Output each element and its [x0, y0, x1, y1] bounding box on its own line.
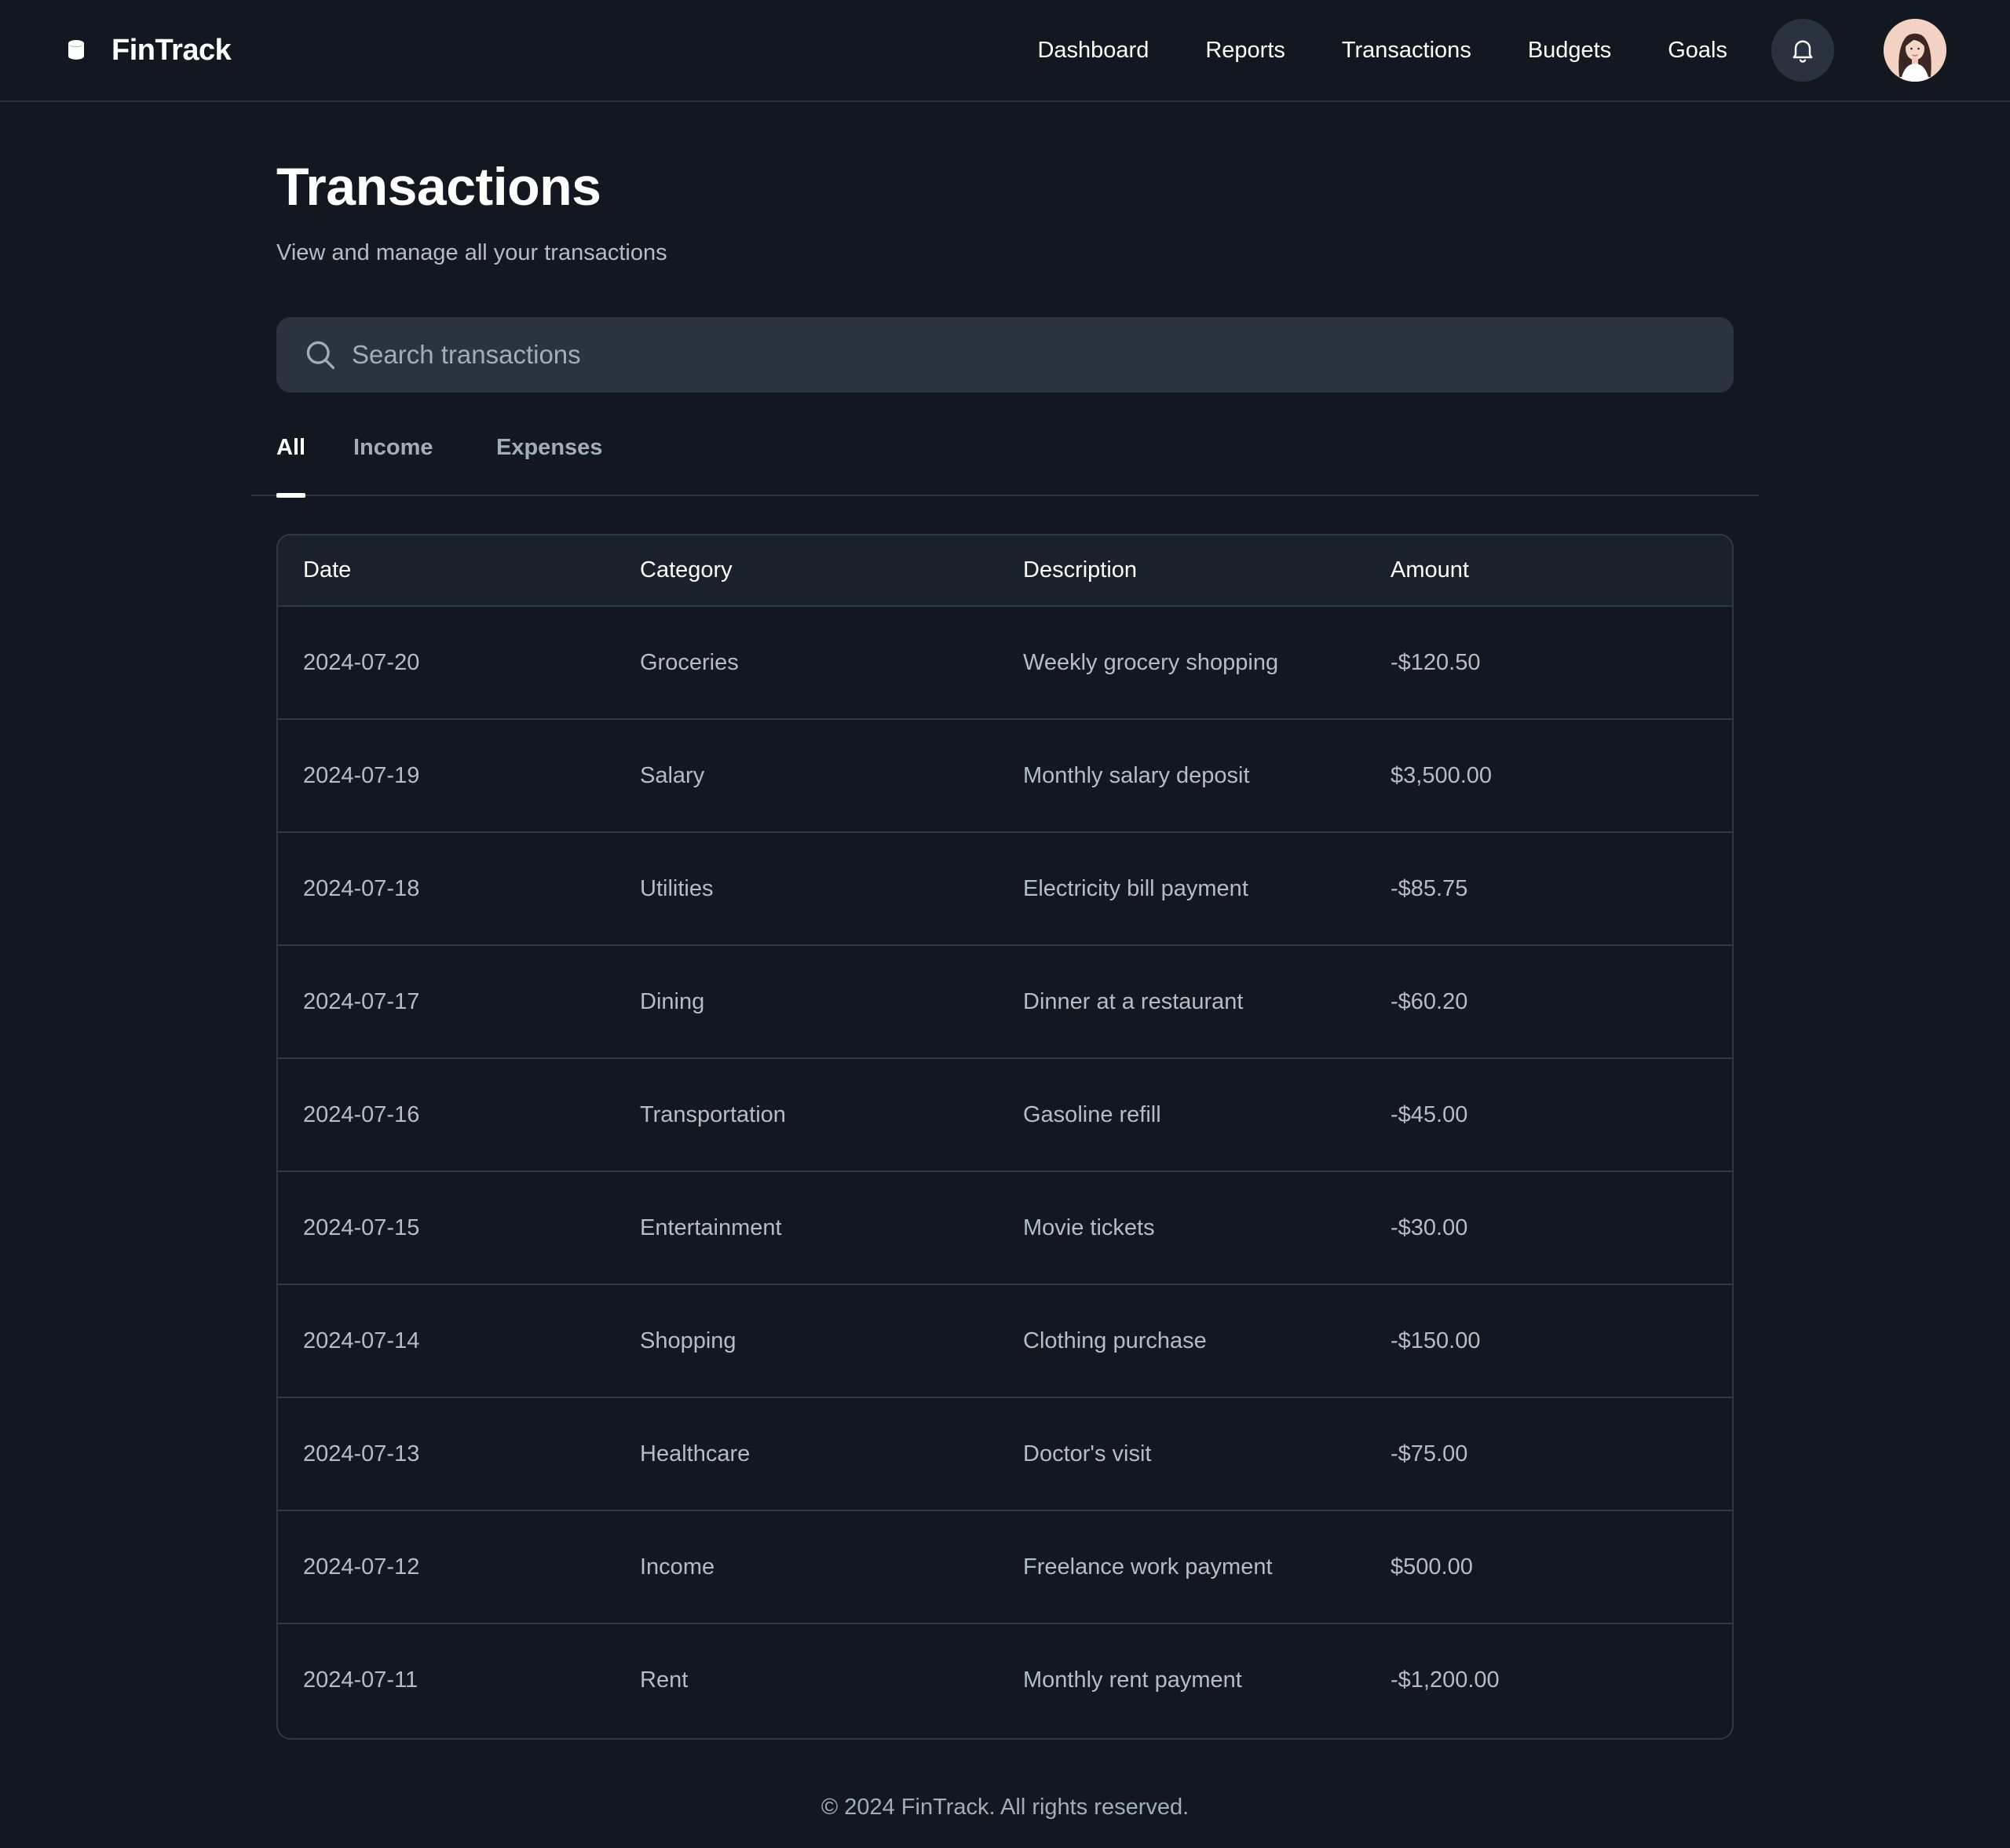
- nav-goals[interactable]: Goals: [1668, 38, 1727, 64]
- cell-category: Transportation: [615, 1057, 998, 1171]
- table-row[interactable]: 2024-07-11 Rent Monthly rent payment -$1…: [278, 1623, 1732, 1737]
- cell-date: 2024-07-13: [278, 1397, 615, 1510]
- column-header-amount[interactable]: Amount: [1365, 535, 1732, 607]
- table-body: 2024-07-20 Groceries Weekly grocery shop…: [278, 606, 1732, 1737]
- table-row[interactable]: 2024-07-20 Groceries Weekly grocery shop…: [278, 606, 1732, 719]
- cell-category: Rent: [615, 1623, 998, 1737]
- cell-amount: -$75.00: [1365, 1397, 1732, 1510]
- cell-amount: -$85.75: [1365, 831, 1732, 945]
- table-row[interactable]: 2024-07-17 Dining Dinner at a restaurant…: [278, 944, 1732, 1058]
- transactions-table-card: Date Category Description Amount 2024-07…: [276, 534, 1734, 1740]
- table-row[interactable]: 2024-07-15 Entertainment Movie tickets -…: [278, 1171, 1732, 1284]
- user-avatar[interactable]: [1884, 19, 1946, 82]
- cell-date: 2024-07-11: [278, 1623, 615, 1737]
- cell-category: Shopping: [615, 1284, 998, 1397]
- cell-amount: -$30.00: [1365, 1171, 1732, 1284]
- cell-description: Monthly salary deposit: [998, 718, 1365, 832]
- cell-description: Gasoline refill: [998, 1057, 1365, 1171]
- column-header-description[interactable]: Description: [998, 535, 1365, 607]
- table-row[interactable]: 2024-07-12 Income Freelance work payment…: [278, 1510, 1732, 1623]
- table-header: Date Category Description Amount: [278, 535, 1732, 607]
- cell-category: Entertainment: [615, 1171, 998, 1284]
- cell-category: Dining: [615, 944, 998, 1058]
- search-input[interactable]: [352, 317, 1710, 393]
- cell-amount: -$150.00: [1365, 1284, 1732, 1397]
- cell-amount: -$120.50: [1391, 649, 1481, 675]
- cell-amount: $3,500.00: [1365, 718, 1732, 832]
- cell-description: Clothing purchase: [998, 1284, 1365, 1397]
- cell-category: Utilities: [615, 831, 998, 945]
- table-row[interactable]: 2024-07-16 Transportation Gasoline refil…: [278, 1057, 1732, 1171]
- avatar-portrait: [1884, 19, 1946, 82]
- notifications-button[interactable]: [1771, 19, 1834, 82]
- column-header-date[interactable]: Date: [278, 535, 615, 607]
- page-subtitle: View and manage all your transactions: [276, 240, 667, 265]
- cell-description: Doctor's visit: [998, 1397, 1365, 1510]
- nav-budgets[interactable]: Budgets: [1528, 38, 1611, 64]
- transactions-table: Date Category Description Amount 2024-07…: [278, 535, 1732, 1737]
- cell-category: Groceries: [640, 649, 739, 675]
- cell-date: 2024-07-16: [278, 1057, 615, 1171]
- cell-amount: -$1,200.00: [1365, 1623, 1732, 1737]
- cell-amount: -$60.20: [1365, 944, 1732, 1058]
- table-row[interactable]: 2024-07-18 Utilities Electricity bill pa…: [278, 831, 1732, 945]
- cell-category: Healthcare: [615, 1397, 998, 1510]
- cell-description: Monthly rent payment: [998, 1623, 1365, 1737]
- cell-date: 2024-07-18: [278, 831, 615, 945]
- cell-date: 2024-07-15: [278, 1171, 615, 1284]
- top-navigation-bar: FinTrack Dashboard Reports Transactions …: [0, 0, 2010, 102]
- cell-date: 2024-07-20: [303, 649, 420, 675]
- bell-icon: [1793, 40, 1813, 63]
- cell-category: Income: [615, 1510, 998, 1623]
- cell-date: 2024-07-14: [278, 1284, 615, 1397]
- nav-transactions[interactable]: Transactions: [1342, 38, 1471, 64]
- search-icon: [306, 341, 335, 370]
- table-header-row: Date Category Description Amount: [278, 535, 1732, 607]
- nav-reports[interactable]: Reports: [1205, 38, 1285, 64]
- page-title: Transactions: [276, 157, 601, 217]
- tab-expenses[interactable]: Expenses: [496, 435, 602, 496]
- cell-description: Weekly grocery shopping: [1023, 649, 1279, 675]
- brand[interactable]: FinTrack: [64, 0, 232, 100]
- cell-date: 2024-07-17: [278, 944, 615, 1058]
- cell-category: Salary: [615, 718, 998, 832]
- cell-description: Electricity bill payment: [998, 831, 1365, 945]
- nav-dashboard[interactable]: Dashboard: [1037, 38, 1149, 64]
- cell-description: Dinner at a restaurant: [998, 944, 1365, 1058]
- table-row[interactable]: 2024-07-14 Shopping Clothing purchase -$…: [278, 1284, 1732, 1397]
- database-icon: [68, 40, 84, 60]
- cell-amount: -$45.00: [1365, 1057, 1732, 1171]
- transaction-type-tabs: All Income Expenses: [251, 435, 1759, 498]
- tab-all[interactable]: All: [276, 435, 306, 498]
- table-row[interactable]: 2024-07-13 Healthcare Doctor's visit -$7…: [278, 1397, 1732, 1510]
- brand-name: FinTrack: [111, 33, 232, 67]
- cell-date: 2024-07-19: [278, 718, 615, 832]
- table-row[interactable]: 2024-07-19 Salary Monthly salary deposit…: [278, 718, 1732, 832]
- cell-amount: $500.00: [1365, 1510, 1732, 1623]
- tab-income[interactable]: Income: [353, 435, 433, 496]
- search-bar: [276, 317, 1734, 393]
- column-header-category[interactable]: Category: [615, 535, 998, 607]
- cell-description: Freelance work payment: [998, 1510, 1365, 1623]
- cell-date: 2024-07-12: [278, 1510, 615, 1623]
- main-nav: Dashboard Reports Transactions Budgets G…: [1037, 0, 1727, 100]
- copyright-text: © 2024 FinTrack. All rights reserved.: [820, 1795, 1190, 1820]
- cell-description: Movie tickets: [998, 1171, 1365, 1284]
- footer: © 2024 FinTrack. All rights reserved.: [0, 1795, 2010, 1821]
